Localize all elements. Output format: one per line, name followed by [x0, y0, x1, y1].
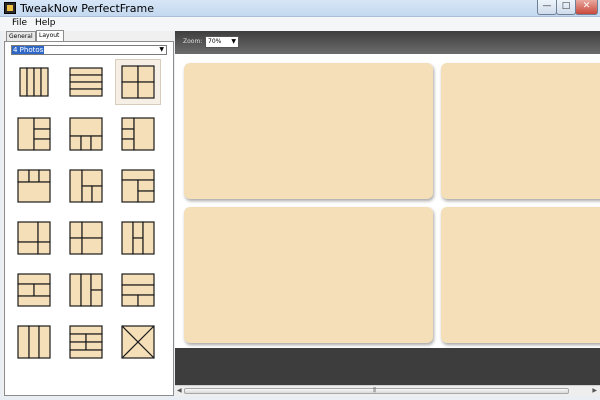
- menu-file[interactable]: File: [12, 18, 27, 28]
- layout-option[interactable]: [63, 163, 109, 209]
- layout-option[interactable]: [63, 215, 109, 261]
- layout-option[interactable]: [115, 163, 161, 209]
- grip-icon: |||: [373, 387, 376, 393]
- layout-option[interactable]: [115, 267, 161, 313]
- layout-option[interactable]: [63, 111, 109, 157]
- maximize-button[interactable]: □: [556, 0, 576, 15]
- arrow-left-icon[interactable]: ◀: [177, 387, 182, 394]
- layout-option[interactable]: [11, 111, 57, 157]
- close-button[interactable]: ✕: [575, 0, 598, 15]
- window-title: TweakNow PerfectFrame: [20, 2, 155, 15]
- bottom-strip: [175, 348, 600, 385]
- zoom-select[interactable]: 70% ▼: [205, 36, 239, 48]
- arrow-right-icon[interactable]: ▶: [592, 387, 597, 394]
- scrollbar-thumb[interactable]: |||: [184, 387, 569, 394]
- layout-option[interactable]: [63, 319, 109, 365]
- chevron-down-icon: ▼: [159, 46, 164, 53]
- photo-count-select[interactable]: 4 Photos ▼: [11, 45, 167, 55]
- horizontal-scrollbar[interactable]: ◀ ||| ▶: [175, 385, 600, 396]
- layout-option[interactable]: [115, 319, 161, 365]
- zoom-toolbar: Zoom: 70% ▼: [175, 31, 600, 54]
- layout-option[interactable]: [11, 163, 57, 209]
- photo-count-value: 4 Photos: [12, 46, 45, 54]
- title-bar: TweakNow PerfectFrame — □ ✕: [0, 0, 600, 17]
- layout-option[interactable]: [11, 59, 57, 105]
- menu-bar: File Help: [0, 17, 600, 31]
- layout-option[interactable]: [11, 215, 57, 261]
- photo-frame[interactable]: [184, 207, 433, 343]
- zoom-label: Zoom:: [183, 38, 203, 45]
- minimize-button[interactable]: —: [537, 0, 557, 15]
- menu-help[interactable]: Help: [35, 18, 56, 28]
- zoom-value: 70%: [208, 38, 222, 45]
- preview-area: Zoom: 70% ▼ ◀ ||| ▶: [175, 31, 600, 396]
- left-panel: General Layout 4 Photos ▼: [2, 30, 174, 396]
- layout-option[interactable]: [115, 215, 161, 261]
- photo-frame[interactable]: [441, 63, 600, 199]
- layout-option[interactable]: [11, 267, 57, 313]
- layout-option[interactable]: [11, 319, 57, 365]
- layout-tab-page: 4 Photos ▼: [4, 41, 174, 396]
- photo-frame[interactable]: [184, 63, 433, 199]
- chevron-down-icon: ▼: [231, 38, 236, 45]
- preview-canvas[interactable]: [175, 54, 600, 348]
- photo-frame[interactable]: [441, 207, 600, 343]
- layout-option-selected[interactable]: [115, 59, 161, 105]
- app-icon: [4, 2, 16, 14]
- layout-option[interactable]: [63, 267, 109, 313]
- layout-option[interactable]: [63, 59, 109, 105]
- layout-option[interactable]: [115, 111, 161, 157]
